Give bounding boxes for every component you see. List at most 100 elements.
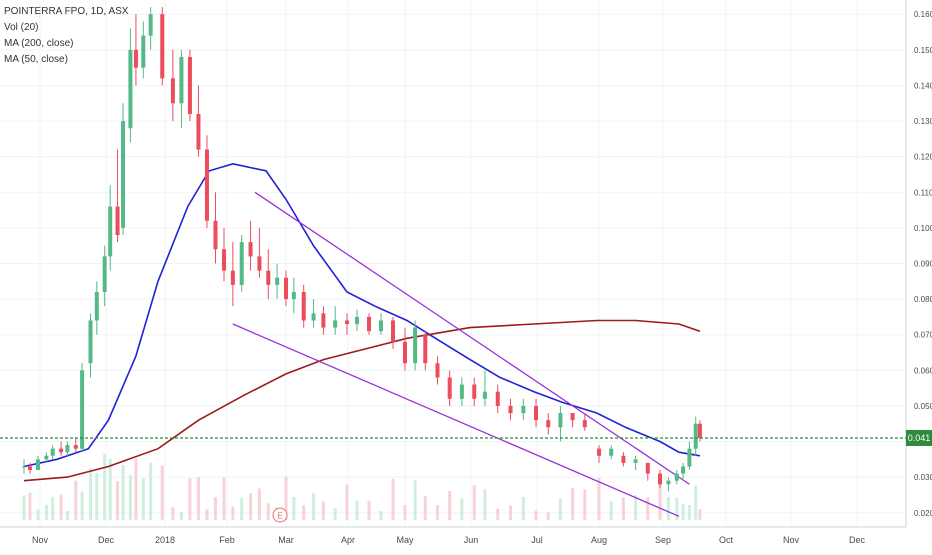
volume-bar xyxy=(149,462,153,520)
volume-bar xyxy=(65,511,69,520)
time-tick-label: Dec xyxy=(98,535,115,545)
price-tick-label: 0.110 xyxy=(914,188,932,197)
candle-body xyxy=(495,391,500,406)
candle-body xyxy=(367,316,371,332)
candle-body xyxy=(666,480,671,485)
candle-body xyxy=(133,49,138,68)
legend-ma50[interactable]: MA (50, close) xyxy=(4,52,128,68)
candle-body xyxy=(213,220,218,250)
volume-bar xyxy=(116,481,120,520)
price-tick-label: 0.130 xyxy=(914,117,932,126)
candle-body xyxy=(693,423,698,449)
volume-bar xyxy=(403,504,407,520)
candle-body xyxy=(482,391,487,399)
legend-ma200[interactable]: MA (200, close) xyxy=(4,36,128,52)
candle-body xyxy=(94,291,99,321)
price-tick-label: 0.050 xyxy=(914,402,932,411)
volume-bar xyxy=(22,495,26,520)
legend-symbol[interactable]: POINTERRA FPO, 1D, ASX xyxy=(4,4,128,20)
volume-bar xyxy=(423,496,427,520)
candle-body xyxy=(88,320,93,364)
candle-body xyxy=(558,413,563,428)
candle-body xyxy=(160,14,165,79)
volume-bar xyxy=(460,498,464,520)
candle-body xyxy=(447,377,452,399)
volume-bar xyxy=(121,465,125,520)
candle-body xyxy=(257,256,262,271)
volume-bar xyxy=(257,488,261,520)
volume-bar xyxy=(141,477,145,520)
candle-body xyxy=(230,270,235,285)
candle-body xyxy=(345,320,349,325)
volume-bar xyxy=(222,477,226,520)
volume-bar xyxy=(89,468,92,520)
candle-body xyxy=(284,277,288,300)
volume-bar xyxy=(240,498,244,520)
chart-canvas[interactable]: 0.160 0.150 0.140 0.130 0.120 0.110 0.100 0.090… xyxy=(0,0,932,550)
volume-bar xyxy=(687,505,691,520)
candle-body xyxy=(687,448,692,467)
volume-bar xyxy=(448,491,452,520)
candle-body xyxy=(321,313,326,328)
candle-body xyxy=(621,455,626,463)
price-tick-label: 0.140 xyxy=(914,81,932,90)
time-tick-label: Aug xyxy=(591,535,607,545)
volume-bar xyxy=(681,503,685,520)
volume-bar xyxy=(391,478,395,520)
candle-body xyxy=(28,466,32,471)
candle-body xyxy=(121,121,126,228)
volume-bar xyxy=(413,480,417,520)
candle-body xyxy=(222,249,226,271)
candle-body xyxy=(141,35,146,68)
candle-body xyxy=(582,420,587,428)
candle-body xyxy=(301,291,306,321)
volume-bar xyxy=(321,501,325,520)
price-tick-label: 0.120 xyxy=(914,153,932,162)
candle-body xyxy=(248,242,253,257)
candle-body xyxy=(403,341,407,364)
candle-body xyxy=(508,405,513,414)
candle-body xyxy=(459,384,464,399)
volume-bar xyxy=(108,459,112,520)
price-chart[interactable]: 0.160 0.150 0.140 0.130 0.120 0.110 0.100 0.090… xyxy=(0,0,932,550)
earnings-marker-label: E xyxy=(277,512,282,521)
volume-bar xyxy=(266,503,270,520)
candle-body xyxy=(697,423,702,438)
trend-line xyxy=(254,191,690,485)
candle-body xyxy=(658,473,662,485)
candle-body xyxy=(275,277,280,285)
volume-bar xyxy=(80,491,84,520)
volume-bar xyxy=(103,454,107,520)
volume-bar xyxy=(345,484,349,520)
candle-body xyxy=(115,206,120,236)
candle-body xyxy=(65,445,70,453)
candle-body xyxy=(187,56,192,114)
price-tick-label: 0.030 xyxy=(914,473,932,482)
candle-body xyxy=(291,291,296,300)
legend: POINTERRA FPO, 1D, ASX Vol (20) MA (200,… xyxy=(4,4,128,68)
volume-bar xyxy=(583,489,587,520)
legend-volume[interactable]: Vol (20) xyxy=(4,20,128,36)
time-tick-label: Nov xyxy=(32,535,49,545)
candle-body xyxy=(44,455,49,460)
volume-bar xyxy=(355,500,359,520)
volume-bar xyxy=(51,497,55,520)
candle-body xyxy=(266,270,271,285)
volume-bar xyxy=(160,465,164,520)
volume-bar xyxy=(496,508,500,520)
volume-bar xyxy=(312,493,316,520)
volume-bar xyxy=(196,477,200,520)
volume-bar xyxy=(534,510,538,520)
candle-body xyxy=(148,14,153,36)
candle-body xyxy=(311,313,316,321)
time-tick-label: Sep xyxy=(655,535,671,545)
candle-body xyxy=(546,420,551,428)
candle-body xyxy=(50,448,55,456)
time-tick-label: Apr xyxy=(341,535,355,545)
time-tick-label: Jun xyxy=(464,535,479,545)
volume-bar xyxy=(44,504,48,520)
candle-body xyxy=(239,242,244,285)
volume-bar xyxy=(36,509,40,520)
candle-body xyxy=(170,78,175,104)
candle-body xyxy=(570,413,575,421)
